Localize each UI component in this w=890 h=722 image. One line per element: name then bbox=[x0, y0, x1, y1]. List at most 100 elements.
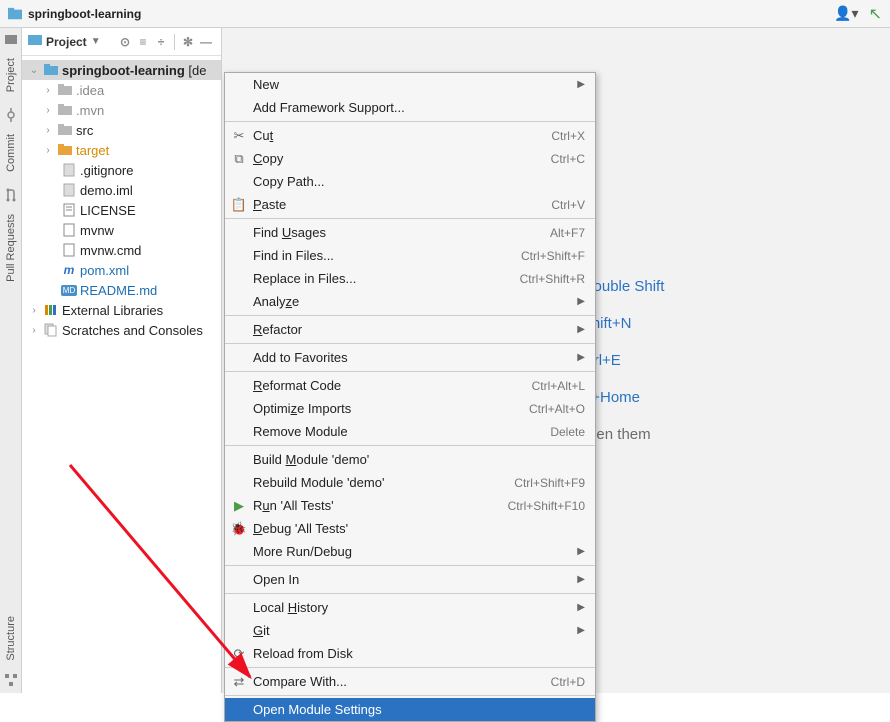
folder-icon bbox=[58, 123, 72, 137]
tree-root[interactable]: ⌄ springboot-learning [de bbox=[22, 60, 221, 80]
menu-debug[interactable]: 🐞Debug 'All Tests' bbox=[225, 517, 595, 540]
menu-refactor[interactable]: Refactor▶ bbox=[225, 318, 595, 341]
menu-rebuild-module[interactable]: Rebuild Module 'demo'Ctrl+Shift+F9 bbox=[225, 471, 595, 494]
tree-folder-target[interactable]: › target bbox=[22, 140, 221, 160]
chevron-right-icon[interactable]: › bbox=[42, 105, 54, 116]
chevron-right-icon[interactable]: › bbox=[28, 305, 40, 316]
tree-label: README.md bbox=[80, 283, 157, 298]
tab-commit[interactable]: Commit bbox=[3, 128, 19, 178]
menu-reformat[interactable]: Reformat CodeCtrl+Alt+L bbox=[225, 374, 595, 397]
menu-remove-module[interactable]: Remove ModuleDelete bbox=[225, 420, 595, 443]
menu-separator bbox=[225, 315, 595, 316]
menu-separator bbox=[225, 565, 595, 566]
tree-file-readme[interactable]: MD README.md bbox=[22, 280, 221, 300]
tab-pull-requests[interactable]: Pull Requests bbox=[3, 208, 19, 288]
libraries-icon bbox=[44, 303, 58, 317]
menu-analyze[interactable]: Analyze▶ bbox=[225, 290, 595, 313]
tree-file-demoiml[interactable]: demo.iml bbox=[22, 180, 221, 200]
pull-requests-tab-icon[interactable] bbox=[4, 188, 18, 202]
project-tab-icon[interactable] bbox=[4, 32, 18, 46]
run-icon: ▶ bbox=[231, 498, 247, 514]
tree-folder-idea[interactable]: › .idea bbox=[22, 80, 221, 100]
menu-open-in[interactable]: Open In▶ bbox=[225, 568, 595, 591]
project-tree: ⌄ springboot-learning [de › .idea › .mvn… bbox=[22, 56, 221, 344]
submenu-arrow-icon: ▶ bbox=[577, 546, 585, 557]
project-panel-header: Project ▼ ⊙ ≡ ÷ ✻ — bbox=[22, 28, 221, 56]
menu-copy-path[interactable]: Copy Path... bbox=[225, 170, 595, 193]
chevron-right-icon[interactable]: › bbox=[42, 145, 54, 156]
expand-all-icon[interactable]: ≡ bbox=[134, 33, 152, 51]
tree-label: mvnw bbox=[80, 223, 114, 238]
cut-icon: ✂ bbox=[231, 128, 247, 144]
markdown-icon: MD bbox=[62, 283, 76, 297]
project-panel: Project ▼ ⊙ ≡ ÷ ✻ — ⌄ springboot-learnin… bbox=[22, 28, 222, 693]
menu-git[interactable]: Git▶ bbox=[225, 619, 595, 642]
submenu-arrow-icon: ▶ bbox=[577, 352, 585, 363]
structure-tab-icon[interactable] bbox=[4, 673, 18, 687]
menu-build-module[interactable]: Build Module 'demo' bbox=[225, 448, 595, 471]
menu-optimize-imports[interactable]: Optimize ImportsCtrl+Alt+O bbox=[225, 397, 595, 420]
file-icon bbox=[62, 183, 76, 197]
panel-title[interactable]: Project bbox=[46, 35, 87, 49]
menu-cut[interactable]: ✂CutCtrl+X bbox=[225, 124, 595, 147]
menu-run[interactable]: ▶Run 'All Tests'Ctrl+Shift+F10 bbox=[225, 494, 595, 517]
commit-tab-icon[interactable] bbox=[4, 108, 18, 122]
tree-folder-mvn[interactable]: › .mvn bbox=[22, 100, 221, 120]
menu-new[interactable]: New▶ bbox=[225, 73, 595, 96]
build-icon[interactable]: ↖ bbox=[869, 4, 882, 24]
tree-file-gitignore[interactable]: .gitignore bbox=[22, 160, 221, 180]
tab-structure[interactable]: Structure bbox=[3, 610, 19, 667]
window-titlebar: springboot-learning 👤▾ ↖ bbox=[0, 0, 890, 28]
tree-file-mvnwcmd[interactable]: mvnw.cmd bbox=[22, 240, 221, 260]
locate-file-icon[interactable]: ⊙ bbox=[116, 33, 134, 51]
tab-project[interactable]: Project bbox=[3, 52, 19, 98]
submenu-arrow-icon: ▶ bbox=[577, 296, 585, 307]
folder-icon bbox=[58, 143, 72, 157]
text-file-icon bbox=[62, 223, 76, 237]
menu-separator bbox=[225, 218, 595, 219]
menu-find-usages[interactable]: Find UsagesAlt+F7 bbox=[225, 221, 595, 244]
context-menu: New▶ Add Framework Support... ✂CutCtrl+X… bbox=[224, 72, 596, 722]
window-title: springboot-learning bbox=[28, 7, 834, 21]
project-folder-icon bbox=[44, 63, 58, 77]
collapse-all-icon[interactable]: ÷ bbox=[152, 33, 170, 51]
compare-icon: ⇄ bbox=[231, 674, 247, 690]
tree-scratches[interactable]: › Scratches and Consoles bbox=[22, 320, 221, 340]
tree-external-libraries[interactable]: › External Libraries bbox=[22, 300, 221, 320]
submenu-arrow-icon: ▶ bbox=[577, 602, 585, 613]
tree-label: .idea bbox=[76, 83, 104, 98]
menu-open-module-settings[interactable]: Open Module Settings bbox=[225, 698, 595, 721]
tree-file-license[interactable]: LICENSE bbox=[22, 200, 221, 220]
menu-separator bbox=[225, 695, 595, 696]
menu-paste[interactable]: 📋PasteCtrl+V bbox=[225, 193, 595, 216]
menu-replace-in-files[interactable]: Replace in Files...Ctrl+Shift+R bbox=[225, 267, 595, 290]
menu-add-framework[interactable]: Add Framework Support... bbox=[225, 96, 595, 119]
menu-find-in-files[interactable]: Find in Files...Ctrl+Shift+F bbox=[225, 244, 595, 267]
menu-more-run-debug[interactable]: More Run/Debug▶ bbox=[225, 540, 595, 563]
menu-copy[interactable]: ⧉CopyCtrl+C bbox=[225, 147, 595, 170]
tree-file-mvnw[interactable]: mvnw bbox=[22, 220, 221, 240]
menu-local-history[interactable]: Local History▶ bbox=[225, 596, 595, 619]
chevron-right-icon[interactable]: › bbox=[42, 125, 54, 136]
tree-label: .mvn bbox=[76, 103, 104, 118]
tree-label: pom.xml bbox=[80, 263, 129, 278]
menu-reload-disk[interactable]: ⟳Reload from Disk bbox=[225, 642, 595, 665]
chevron-down-icon[interactable]: ⌄ bbox=[28, 65, 40, 76]
chevron-right-icon[interactable]: › bbox=[28, 325, 40, 336]
user-icon[interactable]: 👤▾ bbox=[834, 5, 858, 22]
panel-hide-icon[interactable]: — bbox=[197, 33, 215, 51]
menu-separator bbox=[225, 593, 595, 594]
tree-label: mvnw.cmd bbox=[80, 243, 141, 258]
chevron-right-icon[interactable]: › bbox=[42, 85, 54, 96]
panel-dropdown-icon[interactable]: ▼ bbox=[91, 36, 101, 47]
menu-favorites[interactable]: Add to Favorites▶ bbox=[225, 346, 595, 369]
submenu-arrow-icon: ▶ bbox=[577, 324, 585, 335]
file-icon bbox=[62, 163, 76, 177]
tree-file-pom[interactable]: m pom.xml bbox=[22, 260, 221, 280]
reload-icon: ⟳ bbox=[231, 646, 247, 662]
menu-compare-with[interactable]: ⇄Compare With...Ctrl+D bbox=[225, 670, 595, 693]
tree-label: External Libraries bbox=[62, 303, 163, 318]
folder-icon bbox=[58, 83, 72, 97]
tree-folder-src[interactable]: › src bbox=[22, 120, 221, 140]
panel-settings-icon[interactable]: ✻ bbox=[179, 33, 197, 51]
